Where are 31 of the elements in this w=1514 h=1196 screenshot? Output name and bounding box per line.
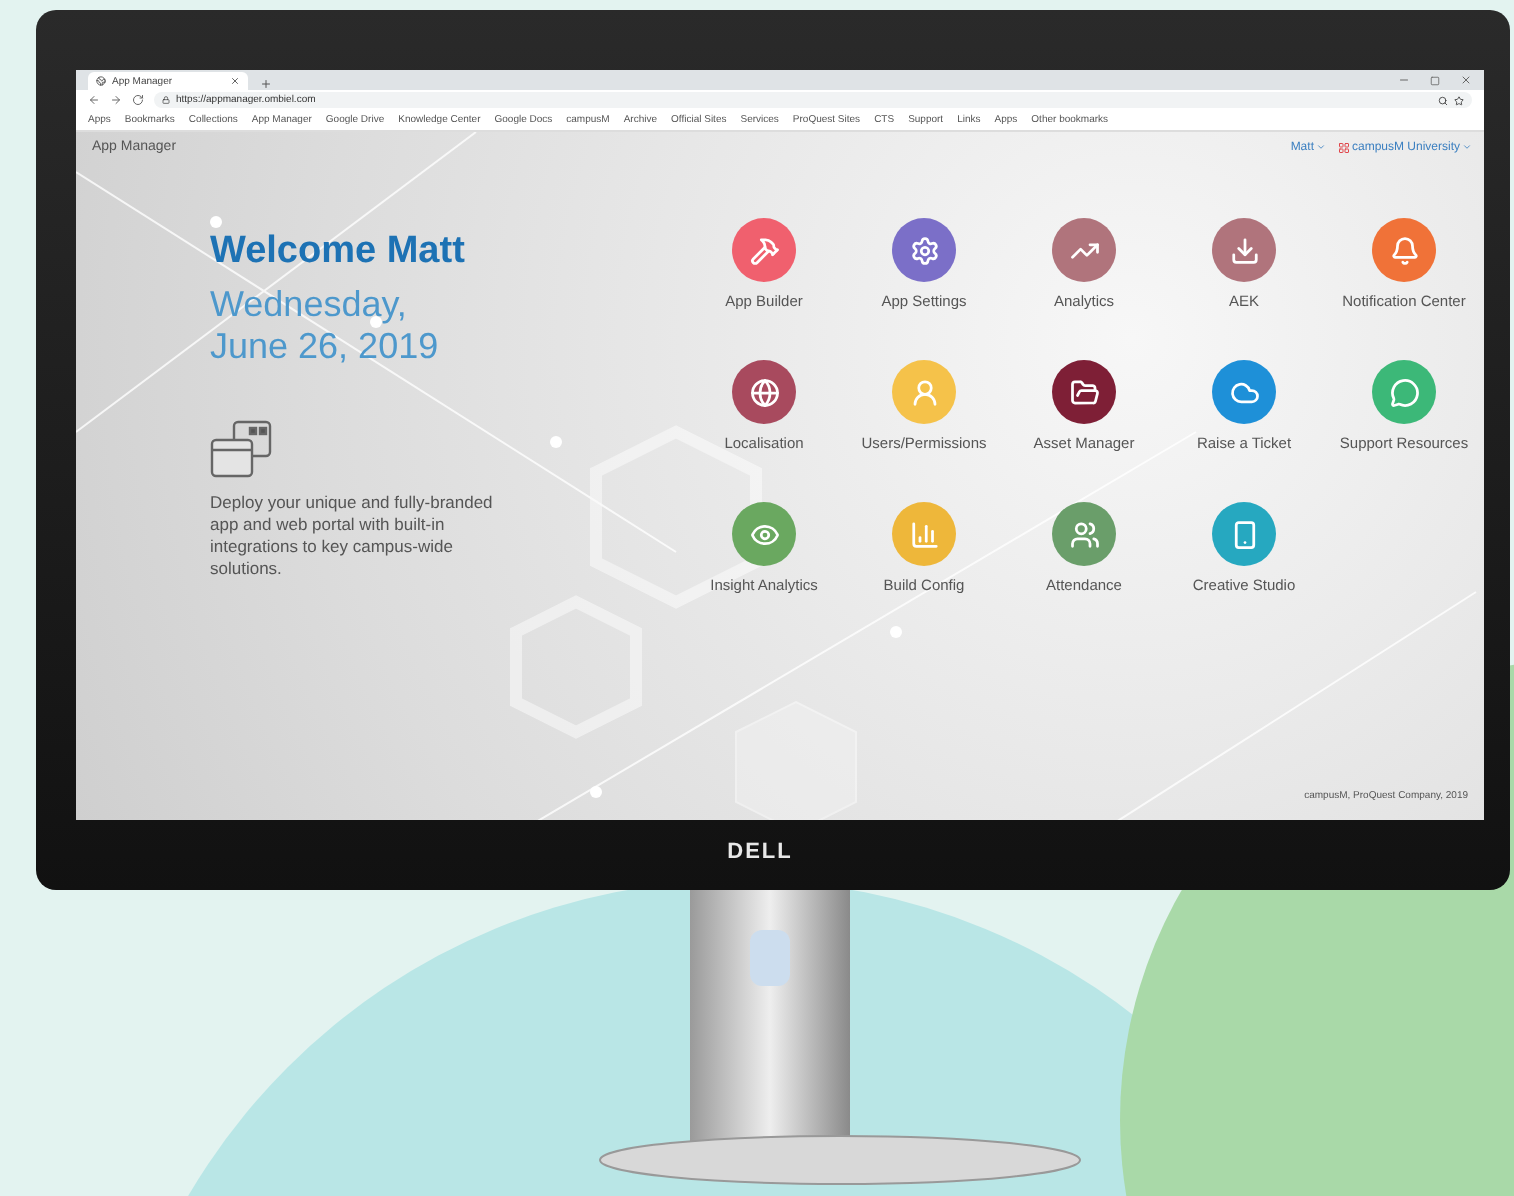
- reload-icon[interactable]: [132, 94, 144, 106]
- grid-icon: [1337, 141, 1350, 153]
- back-icon[interactable]: [88, 94, 100, 106]
- lock-icon: [162, 96, 170, 104]
- users-icon: [1069, 519, 1099, 549]
- hammer-icon: [749, 235, 779, 265]
- new-tab-icon[interactable]: [260, 78, 272, 90]
- gear-icon: [909, 235, 939, 265]
- chat-bubble-icon: [1389, 377, 1419, 407]
- cloud-icon: [1229, 377, 1259, 407]
- caret-icon: [1462, 142, 1472, 152]
- globe-icon: [96, 76, 106, 86]
- bell-icon: [1389, 235, 1419, 265]
- smartphone-icon: [1229, 519, 1259, 549]
- close-icon[interactable]: [1460, 74, 1472, 86]
- app-windows-icon: [210, 420, 274, 480]
- forward-icon[interactable]: [110, 94, 122, 106]
- eye-icon: [749, 519, 779, 549]
- folder-icon: [1069, 377, 1099, 407]
- welcome-heading: Welcome Matt: [210, 230, 467, 274]
- user-icon: [909, 377, 939, 407]
- star-icon[interactable]: [1454, 95, 1464, 105]
- search-icon[interactable]: [1438, 95, 1448, 105]
- download-icon: [1229, 235, 1259, 265]
- globe-icon: [749, 377, 779, 407]
- caret-icon: [1315, 142, 1326, 152]
- maximize-icon[interactable]: [1430, 75, 1440, 85]
- description-text: Deploy your unique and fully-branded app and web portal with built-in integrations to key campus-wide solutions.: [210, 492, 495, 580]
- date-text: Wednesday, June 26, 2019: [210, 284, 441, 368]
- monitor-logo: DELL: [727, 840, 793, 864]
- bar-chart-icon: [909, 519, 939, 549]
